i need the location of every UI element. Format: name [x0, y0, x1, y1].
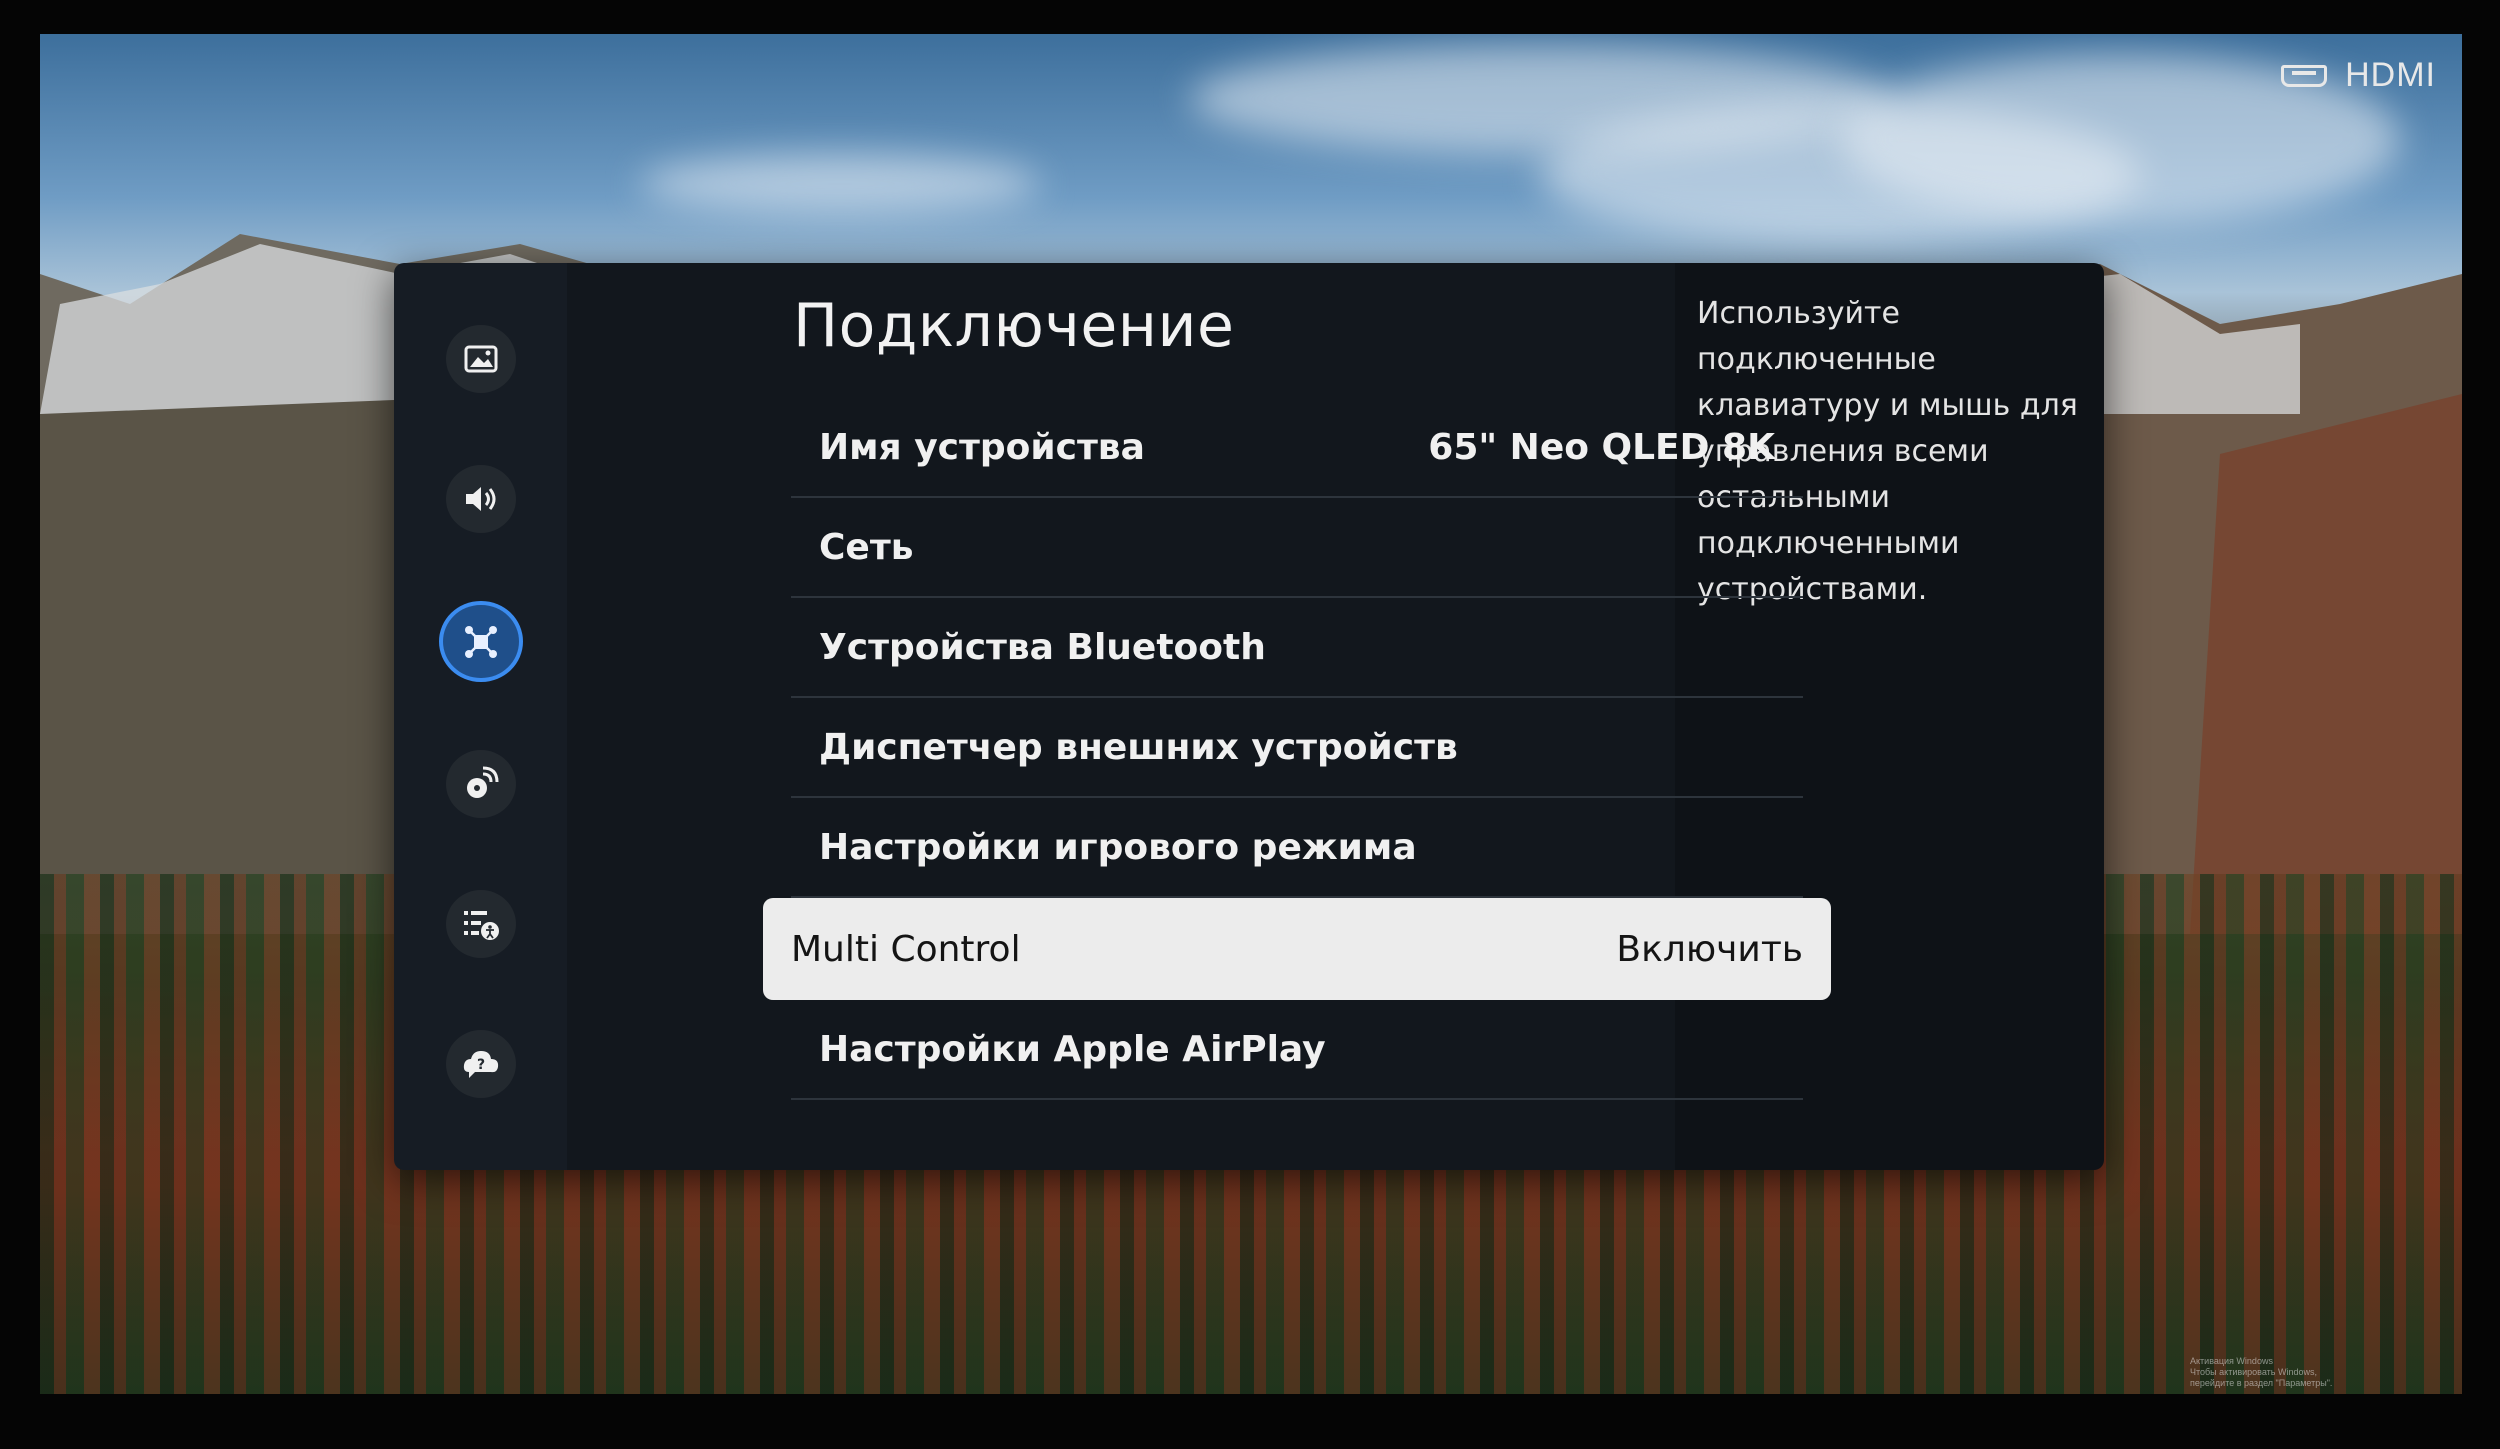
accessibility-icon[interactable] [445, 890, 516, 959]
support-icon[interactable]: ? [445, 1030, 516, 1098]
input-source-label: HDMI [2345, 56, 2436, 94]
watermark-line-1: Активация Windows [2190, 1356, 2273, 1366]
menu-item-label: Имя устройства [819, 426, 1145, 468]
sound-icon[interactable] [445, 464, 516, 533]
menu-item-label: Сеть [819, 526, 914, 568]
menu-item-label: Настройки игрового режима [819, 826, 1417, 868]
menu-item-device-name[interactable]: Имя устройства 65" Neo QLED 8K [791, 398, 1803, 498]
menu-item-label: Устройства Bluetooth [819, 626, 1266, 668]
settings-panel: ? Подключение Имя устройства 65" Neo QLE… [394, 263, 2104, 1170]
windows-activation-watermark: Активация Windows Чтобы активировать Win… [2190, 1356, 2350, 1389]
watermark-line-2: Чтобы активировать Windows, перейдите в … [2190, 1367, 2333, 1388]
hdmi-icon [2281, 64, 2328, 87]
menu-item-network[interactable]: Сеть [791, 498, 1803, 598]
svg-text:?: ? [476, 1057, 484, 1073]
menu-item-bluetooth-devices[interactable]: Устройства Bluetooth [791, 598, 1803, 698]
menu-item-value: 65" Neo QLED 8K [1428, 426, 1775, 468]
settings-main-area: Подключение Имя устройства 65" Neo QLED … [567, 263, 1831, 1170]
menu-item-apple-airplay-settings[interactable]: Настройки Apple AirPlay [791, 1000, 1803, 1100]
menu-item-multi-control[interactable]: Multi Control Включить [763, 898, 1831, 1000]
menu-item-value: Включить [1616, 928, 1803, 970]
menu-item-label: Диспетчер внешних устройств [819, 726, 1458, 768]
menu-item-game-mode-settings[interactable]: Настройки игрового режима [791, 798, 1803, 898]
menu-item-external-device-manager[interactable]: Диспетчер внешних устройств [791, 698, 1803, 798]
settings-menu: Имя устройства 65" Neo QLED 8K Сеть Устр… [763, 398, 1831, 1100]
menu-item-label: Multi Control [791, 928, 1021, 970]
page-title: Подключение [793, 291, 1235, 361]
picture-icon[interactable] [445, 325, 516, 393]
input-source-indicator: HDMI [2281, 56, 2436, 95]
connection-icon[interactable] [442, 604, 519, 679]
settings-category-rail: ? [394, 263, 567, 1170]
menu-item-label: Настройки Apple AirPlay [819, 1028, 1326, 1070]
broadcast-icon[interactable] [445, 750, 516, 819]
